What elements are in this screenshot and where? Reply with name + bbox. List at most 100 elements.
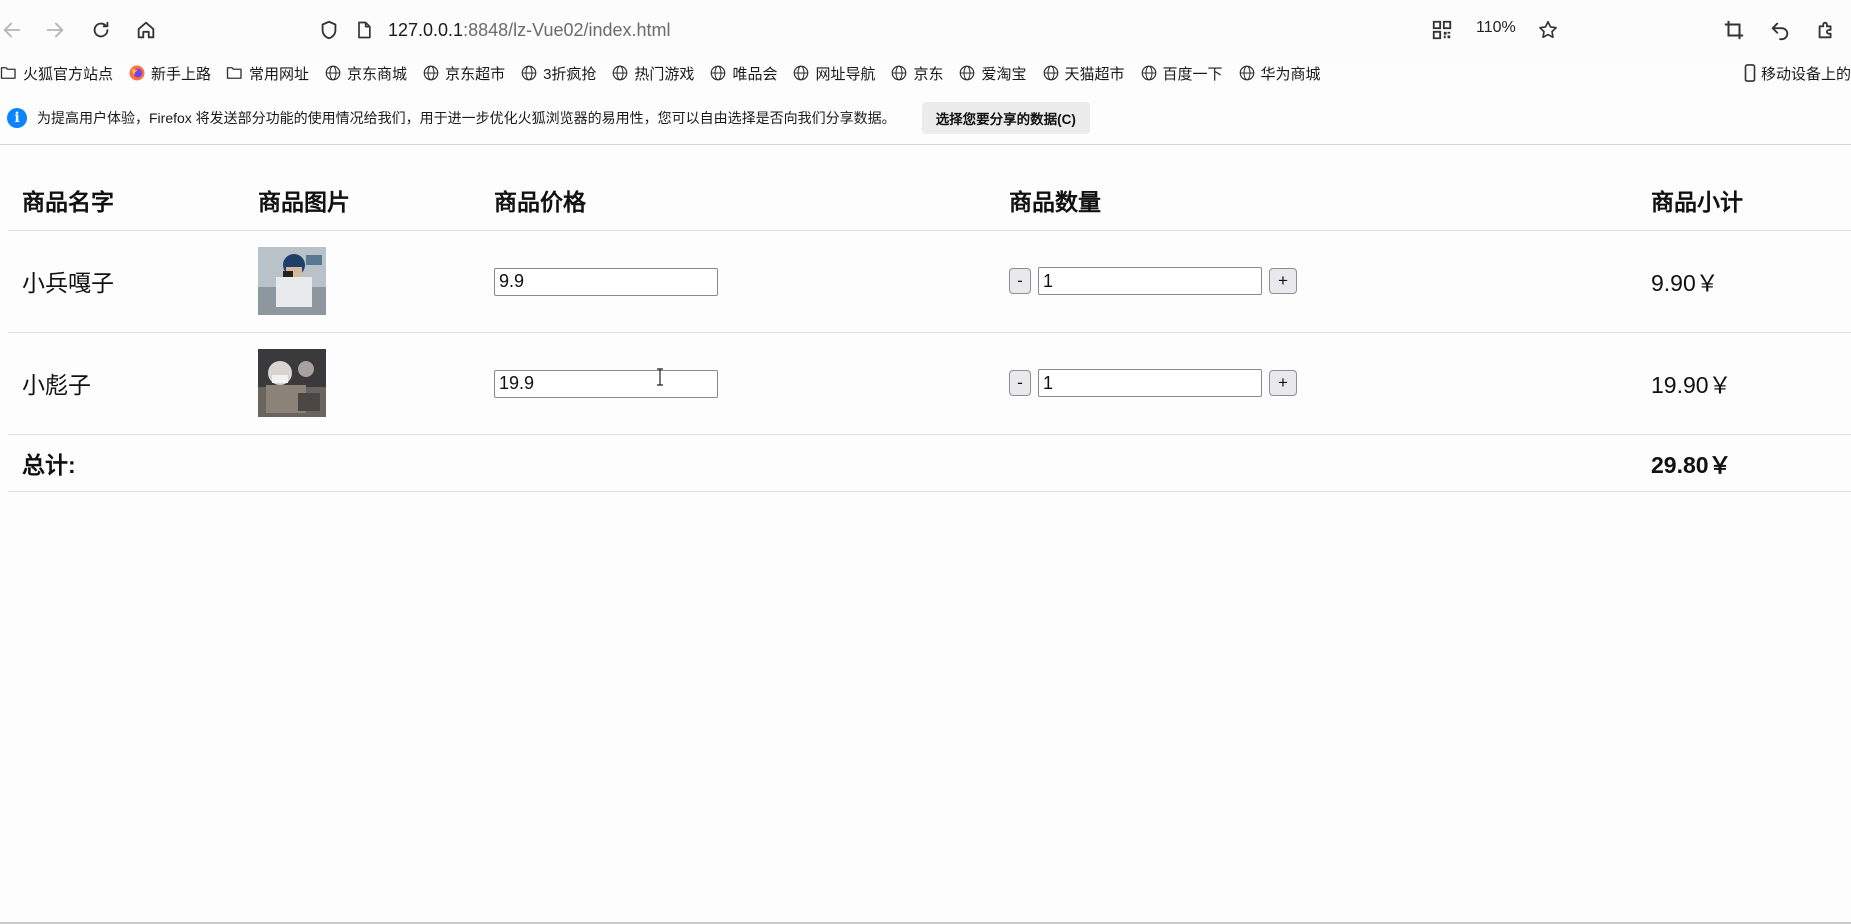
header-quantity: 商品数量 xyxy=(1009,188,1101,215)
quantity-stepper: - + xyxy=(1009,369,1637,397)
quantity-input[interactable] xyxy=(1038,267,1262,295)
product-image xyxy=(258,349,326,417)
bookmark-item[interactable]: 京东超市 xyxy=(422,63,505,84)
chrome-divider xyxy=(0,144,1851,145)
globe-icon xyxy=(892,65,907,81)
globe-icon xyxy=(521,65,537,81)
bookmark-label: 热门游戏 xyxy=(634,65,695,83)
bookmark-label: 网址导航 xyxy=(815,65,876,83)
header-name: 商品名字 xyxy=(22,188,114,215)
bookmark-item[interactable]: 热门游戏 xyxy=(611,63,694,84)
url-path: :8848/lz-Vue02/index.html xyxy=(463,19,671,40)
undo-icon xyxy=(1771,22,1789,41)
total-value: 29.80￥ xyxy=(1651,451,1732,478)
bookmark-item[interactable]: 新手上路 xyxy=(128,63,211,84)
bookmarks-toolbar: 火狐官方站点 新手上路 常用网址 京东商城 京东超市 3折疯抢 热门游戏 唯品会 网址导航 京东 爱… xyxy=(0,60,1851,86)
globe-icon xyxy=(794,65,809,81)
item-name: 小兵嘎子 xyxy=(22,270,114,296)
back-button[interactable] xyxy=(0,14,28,46)
globe-icon xyxy=(1141,65,1156,81)
choose-data-share-button[interactable]: 选择您要分享的数据(C) xyxy=(921,102,1090,134)
mobile-bookmarks[interactable]: 移动设备上的 xyxy=(1743,60,1851,86)
globe-icon xyxy=(325,65,341,81)
undo-button[interactable] xyxy=(1764,14,1796,46)
puzzle-icon xyxy=(1818,21,1832,39)
globe-icon xyxy=(1239,65,1254,81)
bookmark-star-button[interactable] xyxy=(1532,14,1564,46)
table-row: 小兵嘎子 - + xyxy=(8,230,1851,332)
bookmark-item[interactable]: 京东商城 xyxy=(324,63,407,84)
header-price: 商品价格 xyxy=(494,188,586,215)
text-cursor-icon xyxy=(657,368,663,386)
url-text[interactable]: 127.0.0.1:8848/lz-Vue02/index.html xyxy=(388,20,671,41)
decrease-button[interactable]: - xyxy=(1009,268,1031,294)
bookmark-label: 天猫超市 xyxy=(1064,65,1125,83)
bookmark-label: 京东商城 xyxy=(347,65,408,83)
bookmark-item[interactable]: 京东 xyxy=(890,63,943,84)
cart-table: 商品名字 商品图片 商品价格 商品数量 商品小计 小兵嘎子 9.9 - 1 + … xyxy=(8,170,1851,492)
globe-icon xyxy=(711,65,726,81)
folder-icon xyxy=(226,67,242,79)
globe-icon xyxy=(613,65,628,81)
product-image xyxy=(258,247,326,315)
price-input[interactable] xyxy=(494,267,718,296)
bookmark-label: 京东 xyxy=(913,65,944,83)
mobile-device-icon xyxy=(1744,64,1756,82)
bookmark-item[interactable]: 常用网址 xyxy=(226,63,309,84)
globe-icon xyxy=(1043,65,1058,81)
bookmark-item[interactable]: 网址导航 xyxy=(792,63,875,84)
url-bar[interactable]: 127.0.0.1:8848/lz-Vue02/index.html xyxy=(318,14,671,46)
globe-icon xyxy=(960,65,975,81)
folder-icon xyxy=(0,67,16,79)
star-icon xyxy=(1539,20,1557,39)
bookmark-label: 百度一下 xyxy=(1162,65,1223,83)
crop-icon xyxy=(1724,20,1744,40)
total-label: 总计: xyxy=(22,451,76,478)
item-quantity-cell: - + xyxy=(995,230,1637,332)
notification-bar: i 为提高用户体验，Firefox 将发送部分功能的使用情况给我们，用于进一步优… xyxy=(0,98,1851,138)
extensions-button[interactable] xyxy=(1810,14,1842,46)
firefox-icon xyxy=(129,65,145,81)
shield-icon xyxy=(321,20,337,40)
bookmark-item[interactable]: 唯品会 xyxy=(709,63,777,84)
item-quantity-cell: - + xyxy=(995,332,1637,434)
item-name: 小彪子 xyxy=(22,372,91,398)
total-row: 总计: 29.80￥ xyxy=(8,434,1851,491)
zoom-level[interactable]: 110% xyxy=(1476,19,1516,37)
home-icon xyxy=(137,21,155,39)
reload-button[interactable] xyxy=(85,14,117,46)
header-image: 商品图片 xyxy=(258,188,350,215)
bookmark-item[interactable]: 华为商城 xyxy=(1238,63,1321,84)
increase-button[interactable]: + xyxy=(1269,268,1297,294)
arrow-left-icon xyxy=(3,22,21,38)
bookmark-item[interactable]: 3折疯抢 xyxy=(520,63,596,84)
item-subtotal: 19.90￥ xyxy=(1651,372,1732,398)
home-button[interactable] xyxy=(130,14,162,46)
info-icon: i xyxy=(7,108,27,128)
page-icon xyxy=(358,21,371,39)
qr-code-icon xyxy=(1432,20,1452,40)
navigation-toolbar: 127.0.0.1:8848/lz-Vue02/index.html 110% xyxy=(0,0,1851,60)
bookmark-item[interactable]: 天猫超市 xyxy=(1042,63,1125,84)
bookmark-label: 华为商城 xyxy=(1260,65,1321,83)
increase-button[interactable]: + xyxy=(1269,370,1297,396)
table-row: 小彪子 - + xyxy=(8,332,1851,434)
bookmark-item[interactable]: 火狐官方站点 xyxy=(0,63,113,84)
quantity-stepper: - + xyxy=(1009,267,1637,295)
decrease-button[interactable]: - xyxy=(1009,370,1031,396)
bookmark-label: 火狐官方站点 xyxy=(23,65,114,83)
qr-code-button[interactable] xyxy=(1426,14,1458,46)
screenshot-button[interactable] xyxy=(1718,14,1750,46)
bookmark-item[interactable]: 爱淘宝 xyxy=(958,63,1027,84)
reload-icon xyxy=(93,21,109,38)
notification-text: 为提高用户体验，Firefox 将发送部分功能的使用情况给我们，用于进一步优化火… xyxy=(37,110,896,126)
arrow-right-icon xyxy=(46,22,64,38)
bookmark-label: 新手上路 xyxy=(151,65,212,83)
price-input[interactable] xyxy=(494,369,718,398)
bookmark-item[interactable]: 百度一下 xyxy=(1140,63,1223,84)
forward-button[interactable] xyxy=(39,14,71,46)
bookmark-label: 常用网址 xyxy=(249,65,310,83)
bookmark-label: 3折疯抢 xyxy=(543,65,597,83)
bookmark-label: 唯品会 xyxy=(732,65,778,83)
quantity-input[interactable] xyxy=(1038,369,1262,397)
